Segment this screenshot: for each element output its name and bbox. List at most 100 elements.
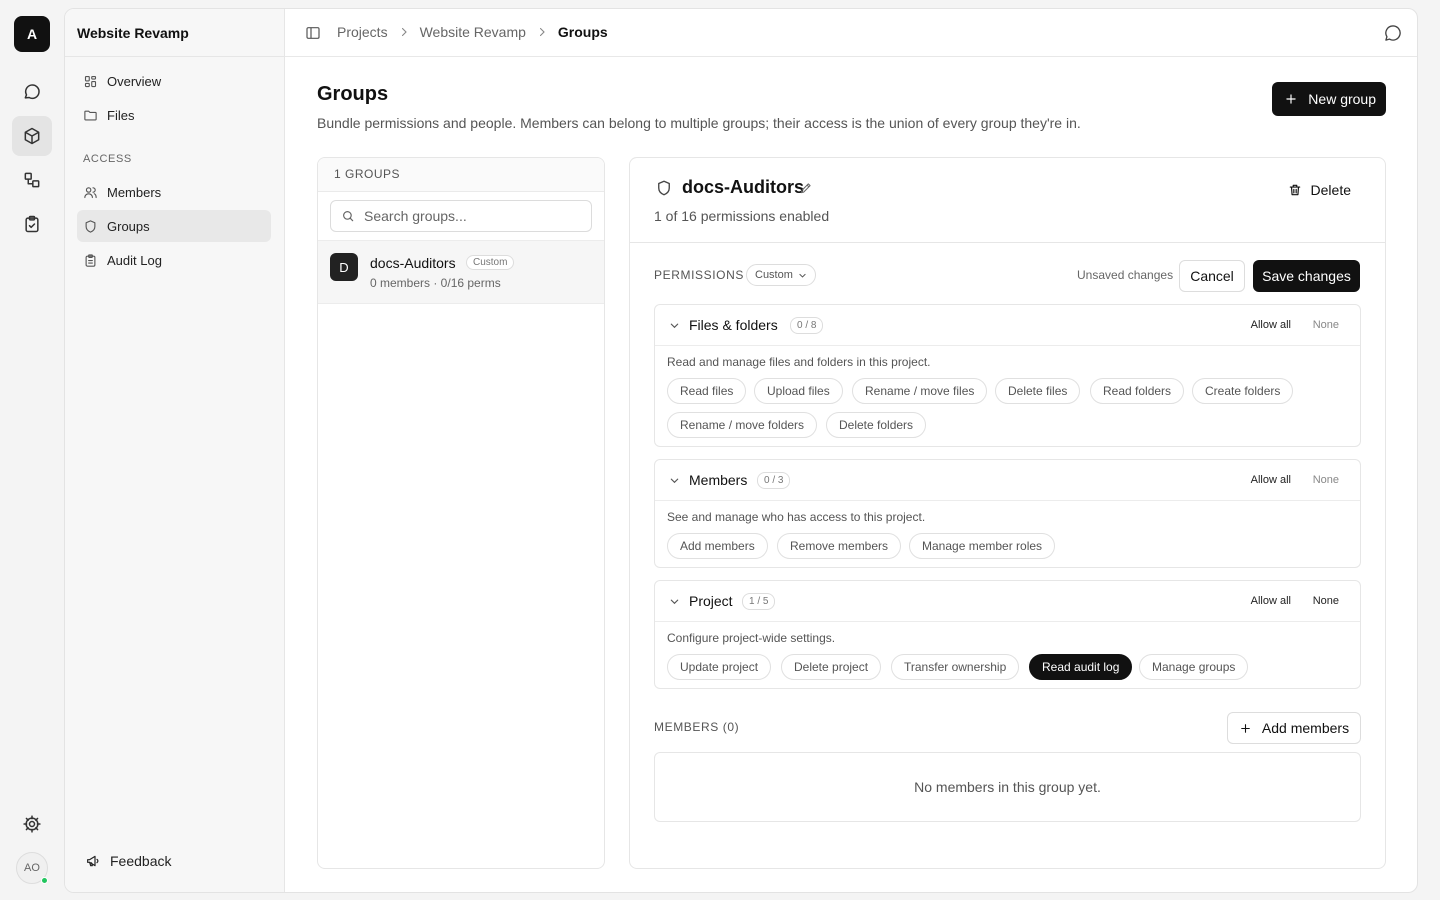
sidebar-toggle-icon[interactable] — [305, 25, 321, 41]
sidebar-section-access: ACCESS — [83, 153, 132, 165]
chat-icon[interactable] — [12, 72, 52, 112]
permission-section-members: Members 0 / 3 Allow all None See and man… — [654, 459, 1361, 568]
chevron-down-icon — [799, 273, 806, 278]
permission-chip[interactable]: Manage member roles — [909, 533, 1056, 559]
permissions-summary: 1 of 16 permissions enabled — [654, 208, 830, 224]
allow-all-button[interactable]: Allow all — [1251, 319, 1291, 331]
permission-chip[interactable]: Upload files — [754, 378, 843, 404]
clipboard-check-icon[interactable] — [12, 204, 52, 244]
permission-chip[interactable]: Update project — [667, 654, 772, 680]
chevron-down-icon[interactable] — [669, 475, 680, 486]
sidebar-item-label: Members — [107, 184, 162, 200]
chat-bubble-icon[interactable] — [1383, 23, 1403, 43]
group-detail-header: docs-Auditors 1 of 16 permissions enable… — [630, 158, 1385, 243]
permission-chip-enabled[interactable]: Read audit log — [1029, 654, 1133, 680]
sidebar-item-groups[interactable]: Groups — [77, 210, 271, 242]
megaphone-icon — [87, 855, 99, 867]
breadcrumb: Projects Website Revamp Groups — [337, 24, 608, 40]
permission-chip[interactable]: Manage groups — [1139, 654, 1249, 680]
permission-mode-dropdown[interactable]: Custom — [746, 264, 816, 286]
section-description: Configure project-wide settings. — [667, 631, 836, 645]
clipboard-icon — [85, 253, 96, 267]
permission-chip[interactable]: Delete folders — [826, 412, 927, 438]
save-changes-button[interactable]: Save changes — [1253, 260, 1360, 292]
permission-chip[interactable]: Delete project — [781, 654, 882, 680]
permission-chip[interactable]: Read files — [667, 378, 747, 404]
feedback-label: Feedback — [110, 853, 172, 869]
permission-chip[interactable]: Rename / move files — [852, 378, 988, 404]
permission-mode-value: Custom — [755, 269, 793, 281]
shield-icon — [85, 219, 96, 233]
group-meta: 0 members · 0/16 perms — [370, 276, 501, 290]
section-description: See and manage who has access to this pr… — [667, 510, 926, 524]
add-members-button[interactable]: Add members — [1227, 712, 1361, 744]
sidebar-divider — [65, 56, 285, 57]
allow-all-button[interactable]: Allow all — [1251, 595, 1291, 607]
none-button[interactable]: None — [1313, 595, 1339, 607]
new-group-label: New group — [1308, 91, 1376, 107]
sidebar-item-overview[interactable]: Overview — [77, 65, 271, 97]
none-button[interactable]: None — [1313, 319, 1339, 331]
app-frame: Website Revamp Overview Files ACCESS Mem… — [64, 8, 1418, 893]
chevron-right-icon — [539, 27, 545, 37]
group-detail-name: docs-Auditors — [682, 177, 805, 197]
sidebar-item-files[interactable]: Files — [77, 99, 271, 131]
icon-rail: A AO — [0, 0, 64, 900]
allow-all-button[interactable]: Allow all — [1251, 474, 1291, 486]
settings-icon[interactable] — [12, 804, 52, 844]
members-heading: MEMBERS (0) — [654, 720, 740, 734]
sidebar-item-audit-log[interactable]: Audit Log — [77, 244, 271, 276]
top-bar: Projects Website Revamp Groups — [285, 9, 1417, 57]
permission-section-files-folders: Files & folders 0 / 8 Allow all None Rea… — [654, 304, 1361, 447]
section-header[interactable]: Project 1 / 5 Allow all None — [655, 581, 1360, 622]
section-header[interactable]: Members 0 / 3 Allow all None — [655, 460, 1360, 501]
group-name: docs-Auditors — [370, 255, 456, 271]
permission-chip[interactable]: Create folders — [1192, 378, 1294, 404]
breadcrumb-website-revamp[interactable]: Website Revamp — [420, 24, 526, 40]
grid-icon — [84, 75, 97, 87]
members-empty-state: No members in this group yet. — [654, 752, 1361, 822]
cancel-button[interactable]: Cancel — [1179, 260, 1245, 292]
permission-chip[interactable]: Add members — [667, 533, 768, 559]
breadcrumb-projects[interactable]: Projects — [337, 24, 388, 40]
unsaved-changes-text: Unsaved changes — [1077, 268, 1174, 282]
none-button[interactable]: None — [1313, 474, 1339, 486]
plus-icon — [1241, 723, 1250, 733]
section-name: Members — [689, 472, 748, 488]
group-search-box[interactable] — [330, 200, 592, 232]
folder-icon — [84, 110, 97, 120]
new-group-button[interactable]: New group — [1272, 82, 1386, 116]
permission-chip[interactable]: Rename / move folders — [667, 412, 818, 438]
chevron-down-icon[interactable] — [669, 320, 680, 331]
permission-chip[interactable]: Delete files — [995, 378, 1081, 404]
permission-section-project: Project 1 / 5 Allow all None Configure p… — [654, 580, 1361, 689]
chevron-down-icon[interactable] — [669, 596, 680, 607]
group-detail-panel: docs-Auditors 1 of 16 permissions enable… — [629, 157, 1386, 869]
workflow-icon[interactable] — [12, 160, 52, 200]
permission-chip[interactable]: Remove members — [777, 533, 902, 559]
box-icon[interactable] — [12, 116, 52, 156]
section-count-badge: 1 / 5 — [742, 593, 776, 610]
group-row[interactable]: D docs-Auditors Custom 0 members · 0/16 … — [318, 240, 604, 304]
pencil-icon[interactable] — [799, 181, 813, 195]
add-members-label: Add members — [1261, 720, 1350, 736]
feedback-button[interactable]: Feedback — [85, 853, 171, 869]
users-icon — [84, 186, 97, 198]
permission-chip[interactable]: Read folders — [1090, 378, 1185, 404]
section-description: Read and manage files and folders in thi… — [667, 355, 931, 369]
shield-icon — [658, 180, 670, 196]
permission-chip[interactable]: Transfer ownership — [891, 654, 1020, 680]
section-name: Project — [689, 593, 733, 609]
sidebar-item-members[interactable]: Members — [77, 176, 271, 208]
search-input[interactable] — [364, 208, 584, 224]
online-status-dot — [41, 877, 48, 884]
section-count-badge: 0 / 8 — [790, 317, 824, 334]
page-title: Groups — [317, 83, 389, 105]
group-avatar: D — [330, 253, 358, 281]
delete-label: Delete — [1310, 182, 1351, 198]
plus-icon — [1286, 94, 1296, 104]
workspace-logo[interactable]: A — [14, 16, 50, 52]
delete-group-button[interactable]: Delete — [1288, 182, 1351, 198]
section-header[interactable]: Files & folders 0 / 8 Allow all None — [655, 305, 1360, 346]
permissions-heading: PERMISSIONS — [654, 268, 744, 282]
